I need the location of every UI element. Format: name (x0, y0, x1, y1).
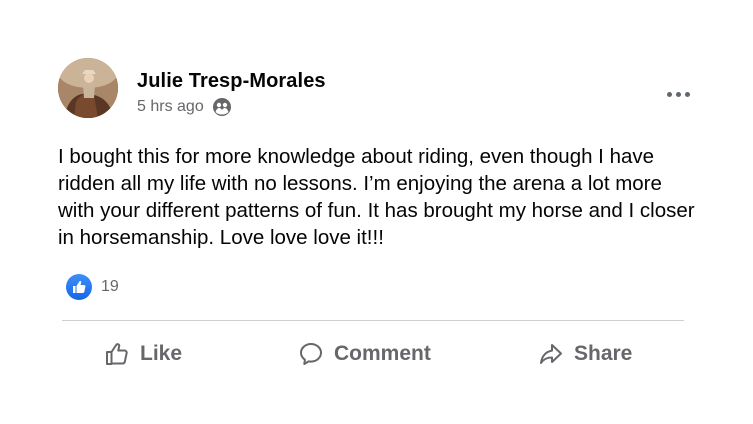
author-avatar[interactable] (58, 58, 118, 118)
reaction-summary[interactable]: 19 (66, 274, 119, 300)
share-button[interactable]: Share (538, 335, 632, 373)
post-card: Julie Tresp-Morales 5 hrs ago I bought t… (0, 0, 753, 424)
share-arrow-icon (538, 341, 564, 367)
comment-label: Comment (334, 342, 431, 365)
action-bar: Like Comment Share (62, 335, 684, 373)
more-dot (675, 91, 681, 97)
share-label: Share (574, 342, 633, 365)
post-meta: 5 hrs ago (137, 97, 232, 117)
more-dot (684, 91, 690, 97)
thumbs-up-icon (104, 341, 130, 367)
like-label: Like (140, 342, 183, 365)
post-timestamp[interactable]: 5 hrs ago (137, 98, 204, 116)
divider (62, 320, 684, 321)
friends-globe-icon[interactable] (212, 97, 232, 117)
author-name[interactable]: Julie Tresp-Morales (137, 70, 326, 93)
comment-icon (298, 341, 324, 367)
like-button[interactable]: Like (104, 335, 182, 373)
post-text: I bought this for more knowledge about r… (58, 145, 695, 249)
like-reaction-icon (66, 274, 92, 300)
more-dot (666, 91, 672, 97)
avatar-image (58, 58, 118, 118)
reaction-count[interactable]: 19 (101, 278, 119, 296)
comment-button[interactable]: Comment (298, 335, 431, 373)
more-options-icon[interactable] (662, 82, 694, 106)
